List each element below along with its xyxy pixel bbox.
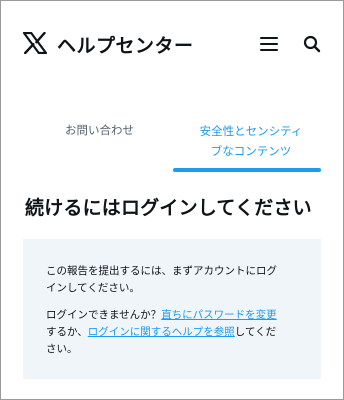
tab-contact[interactable]: お問い合わせ bbox=[23, 105, 173, 171]
login-required-notice: この報告を提出するには、まずアカウントにログ インしてください。 ログインできま… bbox=[23, 239, 321, 379]
search-icon[interactable] bbox=[303, 35, 321, 53]
tab-safety-label: 安全性とセンシティ ブなコンテンツ bbox=[181, 121, 321, 161]
tab-contact-label: お問い合わせ bbox=[65, 123, 134, 137]
notice-p2-suffix1: してくだ bbox=[234, 326, 277, 338]
tab-safety-label-line1: 安全性とセンシティ bbox=[199, 124, 303, 138]
tab-safety-label-line2: ブなコンテンツ bbox=[210, 144, 292, 158]
page-heading: 続けるにはログインしてください bbox=[25, 197, 312, 219]
notice-paragraph-1: この報告を提出するには、まずアカウントにログ インしてください。 bbox=[46, 263, 308, 297]
header: ヘルプセンター bbox=[1, 1, 343, 89]
x-logo-icon[interactable] bbox=[23, 32, 47, 54]
tab-bar: お問い合わせ 安全性とセンシティ ブなコンテンツ bbox=[1, 105, 343, 173]
tab-safety-sensitive-content[interactable]: 安全性とセンシティ ブなコンテンツ bbox=[173, 105, 323, 171]
notice-p2-suffix2: さい。 bbox=[46, 343, 78, 355]
page-frame: ヘルプセンター お問い合わせ 安全性とセンシティ ブなコンテンツ 続けるにはログ… bbox=[0, 0, 344, 400]
hamburger-menu-icon[interactable] bbox=[259, 35, 279, 53]
notice-p1-line1: この報告を提出するには、まずアカウントにログ bbox=[46, 265, 277, 277]
active-tab-indicator bbox=[173, 168, 321, 172]
notice-paragraph-2: ログインできませんか？直ちにパスワードを変更 するか、ログインに関するヘルプを参… bbox=[46, 307, 308, 358]
header-title: ヘルプセンター bbox=[57, 35, 194, 57]
notice-p1-line2: インしてください。 bbox=[46, 282, 140, 294]
change-password-link[interactable]: 直ちにパスワードを変更 bbox=[161, 309, 277, 321]
login-help-link[interactable]: ログインに関するヘルプを参照 bbox=[88, 326, 235, 338]
notice-p2-mid: するか、 bbox=[46, 326, 88, 338]
notice-p2-prefix: ログインできませんか？ bbox=[46, 309, 162, 321]
